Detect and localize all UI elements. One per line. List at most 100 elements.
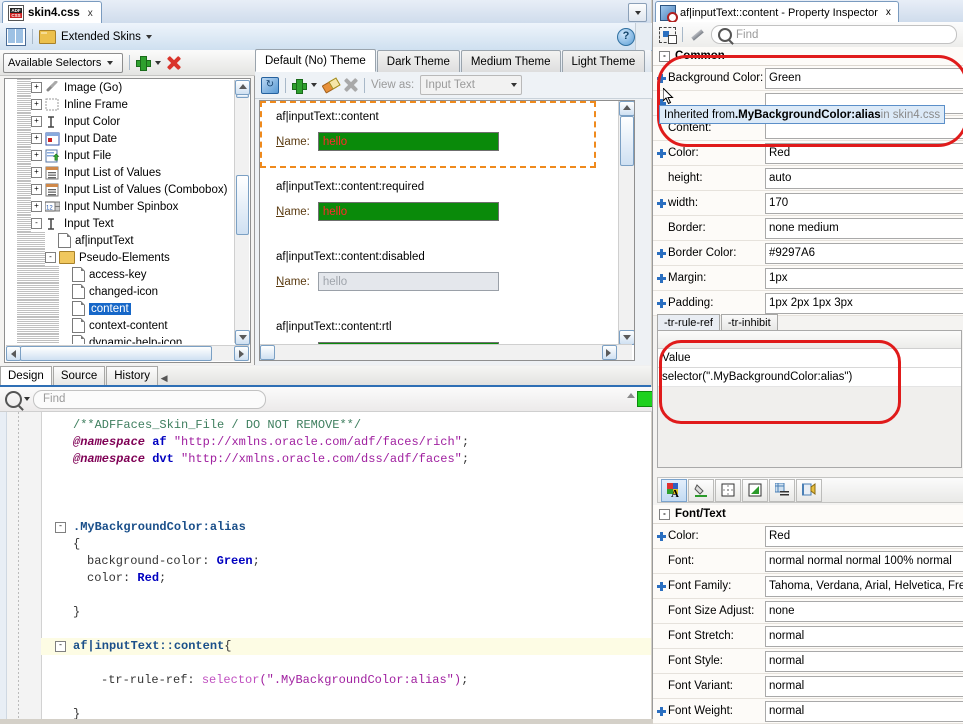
property-value-field[interactable]: Green xyxy=(765,68,963,89)
refresh-icon[interactable]: ↻ xyxy=(261,77,279,94)
property-value-field[interactable]: normal xyxy=(765,626,963,647)
code-line[interactable] xyxy=(41,621,651,638)
expand-icon[interactable]: + xyxy=(31,201,42,212)
find-search-button[interactable] xyxy=(5,391,30,408)
add-selector-dropdown-icon[interactable] xyxy=(155,61,161,65)
css-source-editor[interactable]: /**ADFFaces_Skin_File / DO NOT REMOVE**/… xyxy=(0,412,651,719)
editor-tab-history[interactable]: History xyxy=(106,366,158,385)
theme-tab-light-theme[interactable]: Light Theme xyxy=(562,50,646,72)
property-value-field[interactable]: Red xyxy=(765,526,963,547)
property-inspector-close-icon[interactable]: x xyxy=(886,7,891,18)
pencil-icon[interactable] xyxy=(689,28,705,42)
preview-scroll-thumb[interactable] xyxy=(620,116,634,166)
view-as-dropdown[interactable]: Input Text xyxy=(420,75,522,95)
tree-item-content[interactable]: content xyxy=(5,300,234,317)
property-value-field[interactable]: normal xyxy=(765,651,963,672)
expand-icon[interactable]: + xyxy=(31,99,42,110)
collapse-icon[interactable]: - xyxy=(31,218,42,229)
theme-tab-medium-theme[interactable]: Medium Theme xyxy=(461,50,561,72)
eraser-icon[interactable] xyxy=(323,79,338,92)
extended-skins-menu[interactable]: Extended Skins xyxy=(39,30,152,44)
common-section-header[interactable]: - Common xyxy=(653,47,963,66)
code-line[interactable] xyxy=(41,689,651,706)
tabstrip-menu-button[interactable] xyxy=(628,3,647,22)
expand-icon[interactable]: + xyxy=(31,82,42,93)
editor-tabs-overflow-icon[interactable]: ◀ xyxy=(159,371,169,385)
border-icon[interactable] xyxy=(715,479,741,502)
property-value-field[interactable]: normal xyxy=(765,676,963,697)
code-line[interactable]: { xyxy=(41,536,651,553)
property-value-field[interactable]: 1px xyxy=(765,268,963,289)
expand-icon[interactable]: + xyxy=(31,150,42,161)
css-source-text[interactable]: /**ADFFaces_Skin_File / DO NOT REMOVE**/… xyxy=(41,412,651,719)
tree-item-input-list-of-values[interactable]: +Input List of Values xyxy=(5,164,234,181)
code-fold-toggle[interactable]: - xyxy=(55,641,66,652)
code-line[interactable]: @namespace dvt "http://xmlns.oracle.com/… xyxy=(41,451,651,468)
add-selector-button[interactable] xyxy=(136,56,149,69)
tree-item-input-text[interactable]: -Input Text xyxy=(5,215,234,232)
tree-item-input-list-of-values-combobox[interactable]: +Input List of Values (Combobox) xyxy=(5,181,234,198)
font-text-section-header[interactable]: - Font/Text xyxy=(653,505,963,524)
tree-item-pseudo-elements[interactable]: -Pseudo-Elements xyxy=(5,249,234,266)
tree-item-input-number-spinbox[interactable]: +12Input Number Spinbox xyxy=(5,198,234,215)
media-icon[interactable] xyxy=(796,479,822,502)
document-tab-close-icon[interactable]: x xyxy=(88,8,93,19)
property-value-field[interactable]: auto xyxy=(765,168,963,189)
tree-scroll-thumb[interactable] xyxy=(236,175,249,235)
theme-tab-dark-theme[interactable]: Dark Theme xyxy=(377,50,460,72)
expand-icon[interactable]: + xyxy=(31,184,42,195)
preview-text-field[interactable]: hello xyxy=(318,272,499,291)
collapse-icon[interactable]: - xyxy=(45,252,56,263)
rule-tab-tr-rule-ref[interactable]: -tr-rule-ref xyxy=(657,314,720,331)
font-text-icon[interactable]: A xyxy=(661,479,687,502)
background-icon[interactable] xyxy=(688,479,714,502)
code-line[interactable]: -af|inputText::content{ xyxy=(41,638,651,655)
collapse-icon[interactable]: - xyxy=(659,509,670,520)
tree-item-dynamic-help-icon[interactable]: dynamic-help-icon xyxy=(5,334,234,344)
rule-ref-row[interactable]: selector(".MyBackgroundColor:alias") xyxy=(658,368,961,387)
code-line[interactable] xyxy=(41,587,651,604)
code-line[interactable] xyxy=(41,502,651,519)
property-value-field[interactable]: 1px 2px 1px 3px xyxy=(765,293,963,314)
preview-horizontal-scrollbar[interactable] xyxy=(260,344,632,360)
preview-text-field[interactable]: hello xyxy=(318,202,499,221)
expand-icon[interactable]: + xyxy=(31,116,42,127)
code-line[interactable] xyxy=(41,655,651,672)
box-icon[interactable] xyxy=(742,479,768,502)
tree-item-changed-icon[interactable]: changed-icon xyxy=(5,283,234,300)
preview-item[interactable]: af|inputText::contentName:hello xyxy=(260,101,634,171)
tree-item-access-key[interactable]: access-key xyxy=(5,266,234,283)
property-value-field[interactable]: none medium xyxy=(765,218,963,239)
code-line[interactable]: /**ADFFaces_Skin_File / DO NOT REMOVE**/ xyxy=(41,417,651,434)
code-line[interactable]: } xyxy=(41,706,651,719)
tree-hscroll-thumb[interactable] xyxy=(20,346,212,361)
tree-item-input-date[interactable]: +Input Date xyxy=(5,130,234,147)
preview-item[interactable]: af|inputText::content:disabledName:hello xyxy=(260,241,634,311)
property-value-field[interactable]: #9297A6 xyxy=(765,243,963,264)
tree-item-image-go[interactable]: +Image (Go) xyxy=(5,79,234,96)
expand-icon[interactable]: + xyxy=(31,167,42,178)
rule-tab-tr-inhibit[interactable]: -tr-inhibit xyxy=(721,314,778,331)
tree-item-inline-frame[interactable]: +Inline Frame xyxy=(5,96,234,113)
code-scroll-up-arrow[interactable] xyxy=(626,390,636,406)
expand-icon[interactable]: + xyxy=(31,133,42,144)
find-input[interactable]: Find xyxy=(33,390,266,409)
help-icon[interactable]: ? xyxy=(617,28,635,46)
preview-vertical-scrollbar[interactable] xyxy=(618,101,634,344)
tree-vertical-scrollbar[interactable] xyxy=(234,80,249,343)
preview-item[interactable]: af|inputText::content:requiredName:hello xyxy=(260,171,634,241)
property-value-field[interactable]: Red xyxy=(765,143,963,164)
property-inspector-tab[interactable]: af|inputText::content - Property Inspect… xyxy=(655,1,899,23)
selection-picker-icon[interactable] xyxy=(659,27,676,43)
tree-item-af-inputtext[interactable]: af|inputText xyxy=(5,232,234,249)
table-icon[interactable] xyxy=(769,479,795,502)
rule-ref-table[interactable]: Value selector(".MyBackgroundColor:alias… xyxy=(657,330,962,468)
theme-tab-default-no-theme[interactable]: Default (No) Theme xyxy=(255,49,376,72)
collapse-icon[interactable]: - xyxy=(659,51,670,62)
code-line[interactable]: color: Red; xyxy=(41,570,651,587)
tree-item-context-content[interactable]: context-content xyxy=(5,317,234,334)
property-value-field[interactable]: normal xyxy=(765,701,963,722)
tree-horizontal-scrollbar[interactable] xyxy=(6,345,249,361)
preview-surface[interactable]: af|inputText::contentName:helloaf|inputT… xyxy=(259,100,635,361)
code-line[interactable] xyxy=(41,485,651,502)
